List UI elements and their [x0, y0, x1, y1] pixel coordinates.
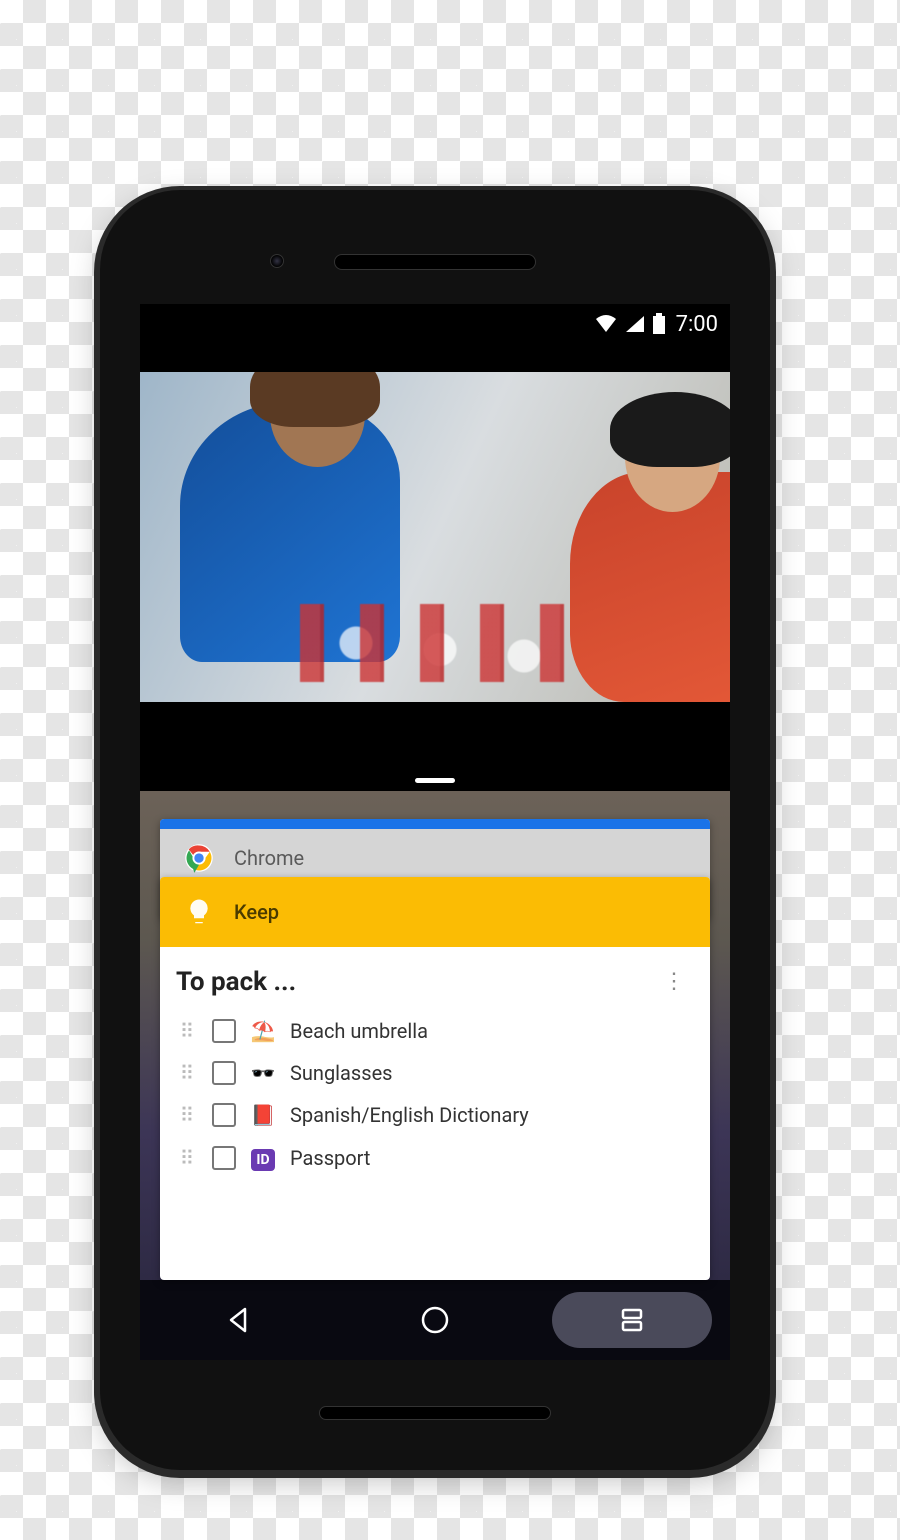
battery-icon: [652, 313, 666, 335]
split-handle[interactable]: [140, 769, 730, 791]
list-item[interactable]: ⠿ ID Passport: [172, 1137, 702, 1179]
checkbox[interactable]: [212, 1146, 236, 1170]
split-screen-icon: [617, 1305, 647, 1335]
phone-camera: [270, 254, 284, 268]
recents-button[interactable]: [552, 1292, 712, 1348]
id-icon: ID: [250, 1145, 276, 1171]
back-icon: [223, 1305, 253, 1335]
recents-card-label: Chrome: [234, 846, 304, 870]
drag-handle-icon[interactable]: ⠿: [176, 1103, 198, 1127]
beach-umbrella-icon: ⛱️: [250, 1019, 276, 1043]
item-label: Beach umbrella: [290, 1019, 428, 1043]
signal-icon: [624, 314, 646, 334]
recents-card-label: Keep: [234, 900, 279, 924]
checkbox[interactable]: [212, 1103, 236, 1127]
checkbox[interactable]: [212, 1061, 236, 1085]
drag-handle-icon[interactable]: ⠿: [176, 1019, 198, 1043]
drag-handle-icon[interactable]: ⠿: [176, 1061, 198, 1085]
keep-icon: [184, 897, 214, 927]
list-item[interactable]: ⠿ 📕 Spanish/English Dictionary: [172, 1095, 702, 1135]
home-button[interactable]: [355, 1292, 515, 1348]
sunglasses-icon: 🕶️: [250, 1061, 276, 1085]
checkbox[interactable]: [212, 1019, 236, 1043]
recents-pane[interactable]: Chrome Keep To: [140, 791, 730, 1280]
overflow-menu-icon[interactable]: ⋮: [655, 977, 694, 987]
wifi-icon: [594, 314, 618, 334]
list-item[interactable]: ⠿ 🕶️ Sunglasses: [172, 1053, 702, 1093]
phone-frame: 7:00: [100, 190, 770, 1470]
video-pane[interactable]: [140, 304, 730, 769]
checklist: ⠿ ⛱️ Beach umbrella ⠿ 🕶️ Sunglasses: [168, 1011, 702, 1179]
status-clock: 7:00: [676, 312, 718, 337]
status-bar: 7:00: [140, 304, 730, 344]
item-label: Spanish/English Dictionary: [290, 1103, 529, 1127]
item-label: Passport: [290, 1146, 370, 1170]
list-item[interactable]: ⠿ ⛱️ Beach umbrella: [172, 1011, 702, 1051]
book-icon: 📕: [250, 1103, 276, 1127]
home-icon: [419, 1304, 451, 1336]
item-label: Sunglasses: [290, 1061, 393, 1085]
chrome-icon: [184, 843, 214, 873]
recents-card-keep[interactable]: Keep To pack ... ⋮ ⠿ ⛱️ Beach: [160, 877, 710, 1280]
keep-note[interactable]: To pack ... ⋮ ⠿ ⛱️ Beach umbrella: [160, 947, 710, 1187]
video-frame: [140, 372, 730, 702]
note-title: To pack ...: [176, 967, 296, 997]
navigation-bar: [140, 1280, 730, 1360]
back-button[interactable]: [158, 1292, 318, 1348]
drag-handle-icon[interactable]: ⠿: [176, 1146, 198, 1170]
screen: 7:00: [140, 304, 730, 1360]
drag-handle-icon: [415, 778, 455, 783]
